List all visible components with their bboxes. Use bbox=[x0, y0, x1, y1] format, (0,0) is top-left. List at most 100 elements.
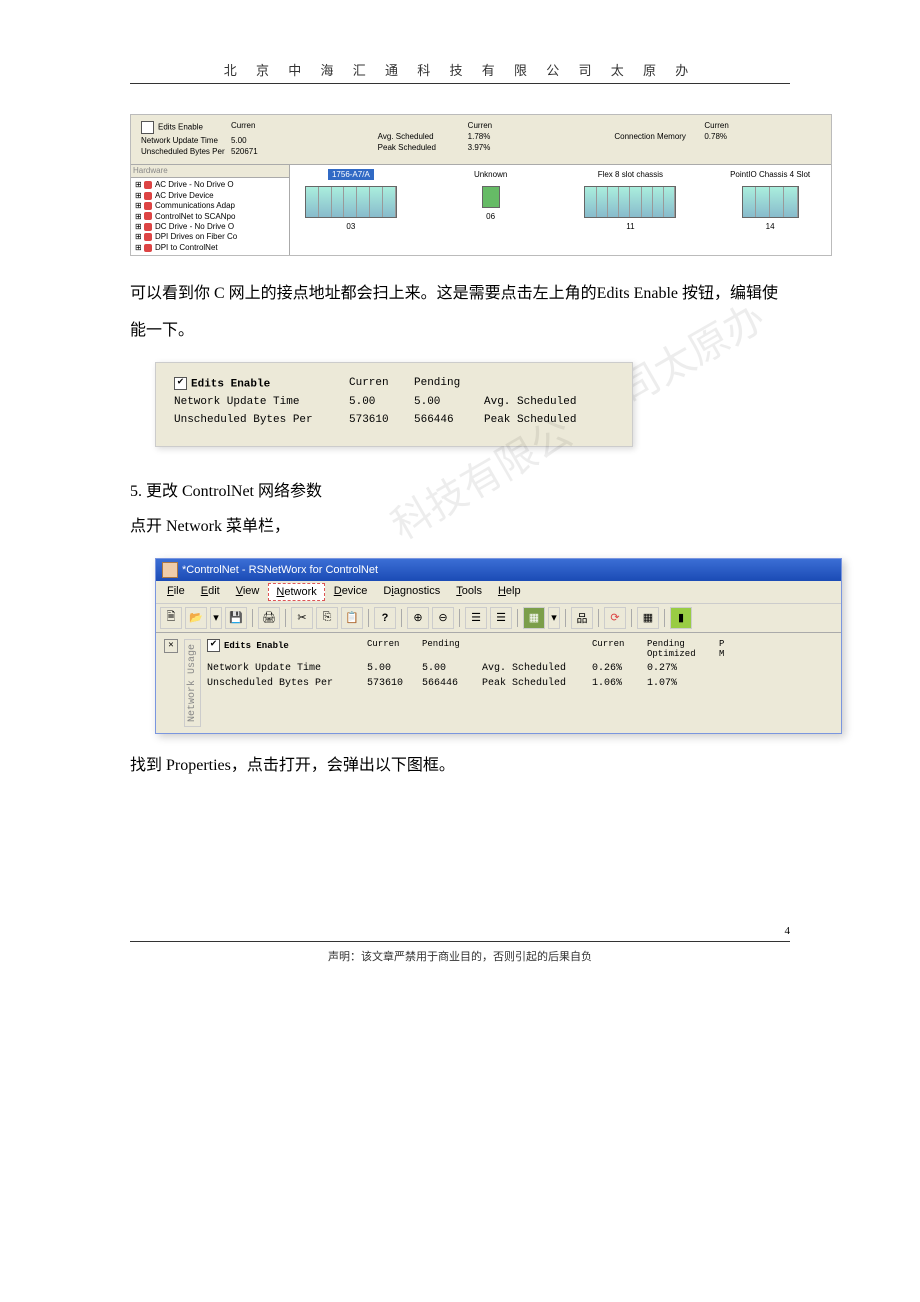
menu-tools[interactable]: Tools bbox=[449, 583, 489, 601]
row-val: Peak Scheduled bbox=[482, 678, 592, 689]
toolbar-separator bbox=[517, 609, 518, 627]
toolbar-separator bbox=[598, 609, 599, 627]
print-icon[interactable]: 🖨 bbox=[258, 607, 280, 629]
device-icon bbox=[144, 233, 152, 241]
copy-icon[interactable]: ⎘ bbox=[316, 607, 338, 629]
enable-icon[interactable]: ▮ bbox=[670, 607, 692, 629]
menu-diagnostics[interactable]: Diagnostics bbox=[376, 583, 447, 601]
list2-icon[interactable]: ☰ bbox=[490, 607, 512, 629]
device-icon bbox=[144, 223, 152, 231]
curren-hdr-fig3: Curren bbox=[367, 639, 422, 659]
chassis-icon bbox=[584, 186, 676, 218]
row-label: Unscheduled Bytes Per bbox=[207, 678, 367, 689]
curren2-hdr: Curren bbox=[592, 639, 647, 659]
toolbar-separator bbox=[285, 609, 286, 627]
device-icon bbox=[144, 212, 152, 220]
open-icon[interactable]: 📂 bbox=[185, 607, 207, 629]
dropdown-icon[interactable]: ▾ bbox=[210, 607, 222, 629]
fig1-status-panel: Edits EnableCurren Network Update Time5.… bbox=[131, 115, 831, 165]
new-icon[interactable]: 🗎 bbox=[160, 607, 182, 629]
row-val: 1.07% bbox=[647, 678, 719, 689]
cut-icon[interactable]: ✂ bbox=[291, 607, 313, 629]
refresh-icon[interactable]: ⟳ bbox=[604, 607, 626, 629]
tree-item: ⊞ AC Drive - No Drive O bbox=[135, 180, 285, 190]
row-val: 566446 bbox=[422, 678, 482, 689]
pm-hdr: P M bbox=[719, 639, 833, 659]
pend-opt-hdr: Pending Optimized bbox=[647, 639, 719, 659]
toolbar: 🗎 📂 ▾ 💾 🖨 ✂ ⎘ 📋 ? ⊕ ⊖ ☰ ☰ ▦ ▾ 品 ⟳ bbox=[156, 604, 841, 633]
menu-network[interactable]: Network bbox=[268, 583, 324, 601]
node-06[interactable]: Unknown 06 bbox=[436, 169, 546, 251]
toolbar-separator bbox=[401, 609, 402, 627]
device-icon bbox=[144, 192, 152, 200]
footer-disclaimer: 声明：该文章严禁用于商业目的，否则引起的后果自负 bbox=[130, 948, 790, 964]
net-update-curren2: 5.00 bbox=[349, 396, 414, 408]
footer-rule bbox=[130, 941, 790, 942]
toolbar-separator bbox=[368, 609, 369, 627]
tree-item: ⊞ DPI to ControlNet bbox=[135, 243, 285, 253]
section-5-heading: 5. 更改 ControlNet 网络参数 bbox=[130, 477, 790, 501]
avg-sched-label: Avg. Scheduled bbox=[378, 132, 468, 141]
menu-edit[interactable]: Edit bbox=[194, 583, 227, 601]
device-icon bbox=[144, 181, 152, 189]
online-icon[interactable]: ▦ bbox=[523, 607, 545, 629]
menu-view[interactable]: View bbox=[229, 583, 267, 601]
node-11[interactable]: Flex 8 slot chassis 11 bbox=[576, 169, 686, 251]
menu-file[interactable]: File bbox=[160, 583, 192, 601]
zoom-out-icon[interactable]: ⊖ bbox=[432, 607, 454, 629]
chassis-icon bbox=[305, 186, 397, 218]
row-label: Network Update Time bbox=[207, 663, 367, 674]
row-val: 0.26% bbox=[592, 663, 647, 674]
toolbar-separator bbox=[565, 609, 566, 627]
curren-hdr-2: Curren bbox=[468, 121, 513, 130]
toolbar-separator bbox=[459, 609, 460, 627]
row-val: 573610 bbox=[367, 678, 422, 689]
module-icon bbox=[482, 186, 500, 208]
paragraph-2: 点开 Network 菜单栏， bbox=[130, 509, 790, 546]
help-icon[interactable]: ? bbox=[374, 607, 396, 629]
page-number: 4 bbox=[130, 925, 790, 937]
pending-hdr-fig3: Pending bbox=[422, 639, 482, 659]
close-panel-icon[interactable]: ✕ bbox=[164, 639, 178, 653]
row-val: 0.27% bbox=[647, 663, 719, 674]
figure-network-overview: Edits EnableCurren Network Update Time5.… bbox=[130, 114, 832, 256]
peak-sched-label: Peak Scheduled bbox=[378, 143, 468, 152]
unsched-curren: 520671 bbox=[231, 147, 276, 156]
row-val: Avg. Scheduled bbox=[482, 663, 592, 674]
network-usage-tab[interactable]: Network Usage bbox=[184, 639, 201, 727]
network-icon[interactable]: 品 bbox=[571, 607, 593, 629]
pending-header: Pending bbox=[414, 377, 484, 389]
node-03[interactable]: 1756-A7/A 03 bbox=[296, 169, 406, 251]
edits-enable-checkbox[interactable] bbox=[174, 377, 187, 390]
edits-enable-label-fig1: Edits Enable bbox=[158, 123, 203, 132]
net-update-label2: Network Update Time bbox=[174, 396, 349, 408]
zoom-in-icon[interactable]: ⊕ bbox=[407, 607, 429, 629]
grid-icon[interactable]: ▦ bbox=[637, 607, 659, 629]
save-icon[interactable]: 💾 bbox=[225, 607, 247, 629]
toolbar-separator bbox=[664, 609, 665, 627]
toolbar-separator bbox=[631, 609, 632, 627]
menu-help[interactable]: Help bbox=[491, 583, 528, 601]
menu-device[interactable]: Device bbox=[327, 583, 375, 601]
list-icon[interactable]: ☰ bbox=[465, 607, 487, 629]
menu-bar: File Edit View Network Device Diagnostic… bbox=[156, 581, 841, 604]
row-val: 5.00 bbox=[367, 663, 422, 674]
curren-hdr-1: Curren bbox=[231, 121, 276, 134]
node-14[interactable]: PointIO Chassis 4 Slot 14 bbox=[715, 169, 825, 251]
titlebar[interactable]: *ControlNet - RSNetWorx for ControlNet bbox=[156, 559, 841, 581]
dropdown-icon[interactable]: ▾ bbox=[548, 607, 560, 629]
nodes-panel: 1756-A7/A 03 Unknown 06 Flex 8 slot chas… bbox=[290, 165, 831, 255]
device-icon bbox=[144, 202, 152, 210]
paste-icon[interactable]: 📋 bbox=[341, 607, 363, 629]
conn-mem-label: Connection Memory bbox=[614, 132, 704, 141]
unsched-label2: Unscheduled Bytes Per bbox=[174, 414, 349, 426]
unsched-label: Unscheduled Bytes Per bbox=[141, 147, 231, 156]
peak-sched-val: 3.97% bbox=[468, 143, 513, 152]
edits-enable-checkbox-fig3[interactable] bbox=[207, 639, 220, 652]
tree-item: ⊞ DPI Drives on Fiber Co bbox=[135, 232, 285, 242]
hardware-tree[interactable]: Hardware ⊞ AC Drive - No Drive O ⊞ AC Dr… bbox=[131, 165, 290, 255]
page-header: 北 京 中 海 汇 通 科 技 有 限 公 司 太 原 办 bbox=[130, 60, 790, 79]
chassis-icon bbox=[742, 186, 799, 218]
tree-item: ⊞ DC Drive - No Drive O bbox=[135, 222, 285, 232]
edits-enable-checkbox-fig1[interactable] bbox=[141, 121, 154, 134]
